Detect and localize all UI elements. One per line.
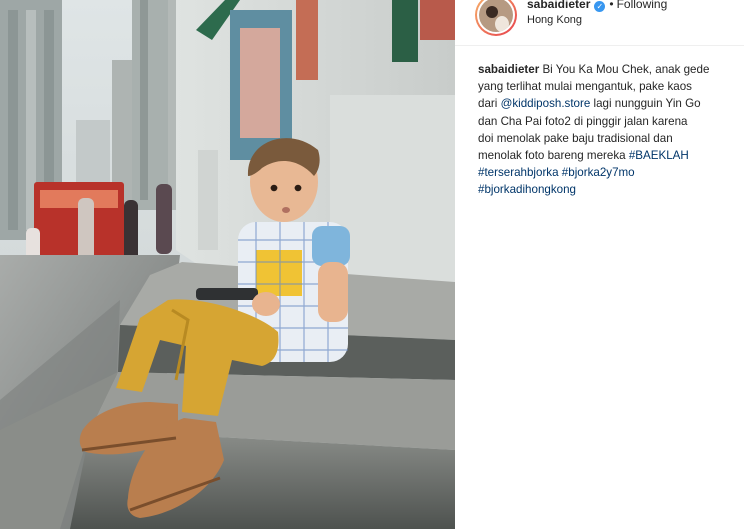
caption-text-line-5: doi menolak pake baju tradisional dan bbox=[478, 131, 673, 145]
caption-text-line-6: menolak foto bareng mereka bbox=[478, 149, 629, 163]
caption-text-line-2: yang terlihat mulai mengantuk, pake kaos bbox=[478, 80, 692, 94]
hashtag-link[interactable]: #BAEKLAH bbox=[629, 149, 689, 162]
mention-link[interactable]: @kiddiposh.store bbox=[501, 97, 591, 110]
caption-text-line-3a: dari bbox=[478, 97, 501, 111]
avatar[interactable] bbox=[475, 0, 517, 36]
post-side-panel: sabaidieter ✓ • Following Hong Kong sabaidi… bbox=[455, 0, 744, 529]
caption-text-line-4: dan Cha Pai foto2 di pinggir jalan karen… bbox=[478, 114, 688, 128]
verified-badge-icon: ✓ bbox=[594, 1, 606, 12]
username-link[interactable]: sabaidieter bbox=[527, 0, 590, 11]
caption-username-link[interactable]: sabaidieter bbox=[478, 63, 539, 76]
location-link[interactable]: Hong Kong bbox=[527, 14, 582, 26]
caption-text-line-1: Bi You Ka Mou Chek, anak gede bbox=[542, 63, 710, 76]
following-button[interactable]: Following bbox=[617, 0, 668, 11]
post-caption: sabaidieter Bi You Ka Mou Chek, anak ged… bbox=[478, 61, 740, 199]
separator-dot: • bbox=[609, 0, 614, 11]
post-header: sabaidieter ✓ • Following Hong Kong bbox=[455, 0, 744, 46]
hashtag-link[interactable]: #bjorkadihongkong bbox=[478, 183, 576, 196]
avatar-image bbox=[479, 0, 513, 32]
header-line: sabaidieter ✓ • Following bbox=[527, 0, 667, 12]
caption-text-line-3b: lagi nungguin Yin Go bbox=[590, 97, 701, 111]
hashtag-link[interactable]: #terserahbjorka bbox=[478, 166, 559, 179]
hashtag-link[interactable]: #bjorka2y7mo bbox=[562, 166, 635, 179]
post-photo[interactable] bbox=[0, 0, 455, 529]
photo-street-child-on-steps bbox=[0, 0, 455, 529]
